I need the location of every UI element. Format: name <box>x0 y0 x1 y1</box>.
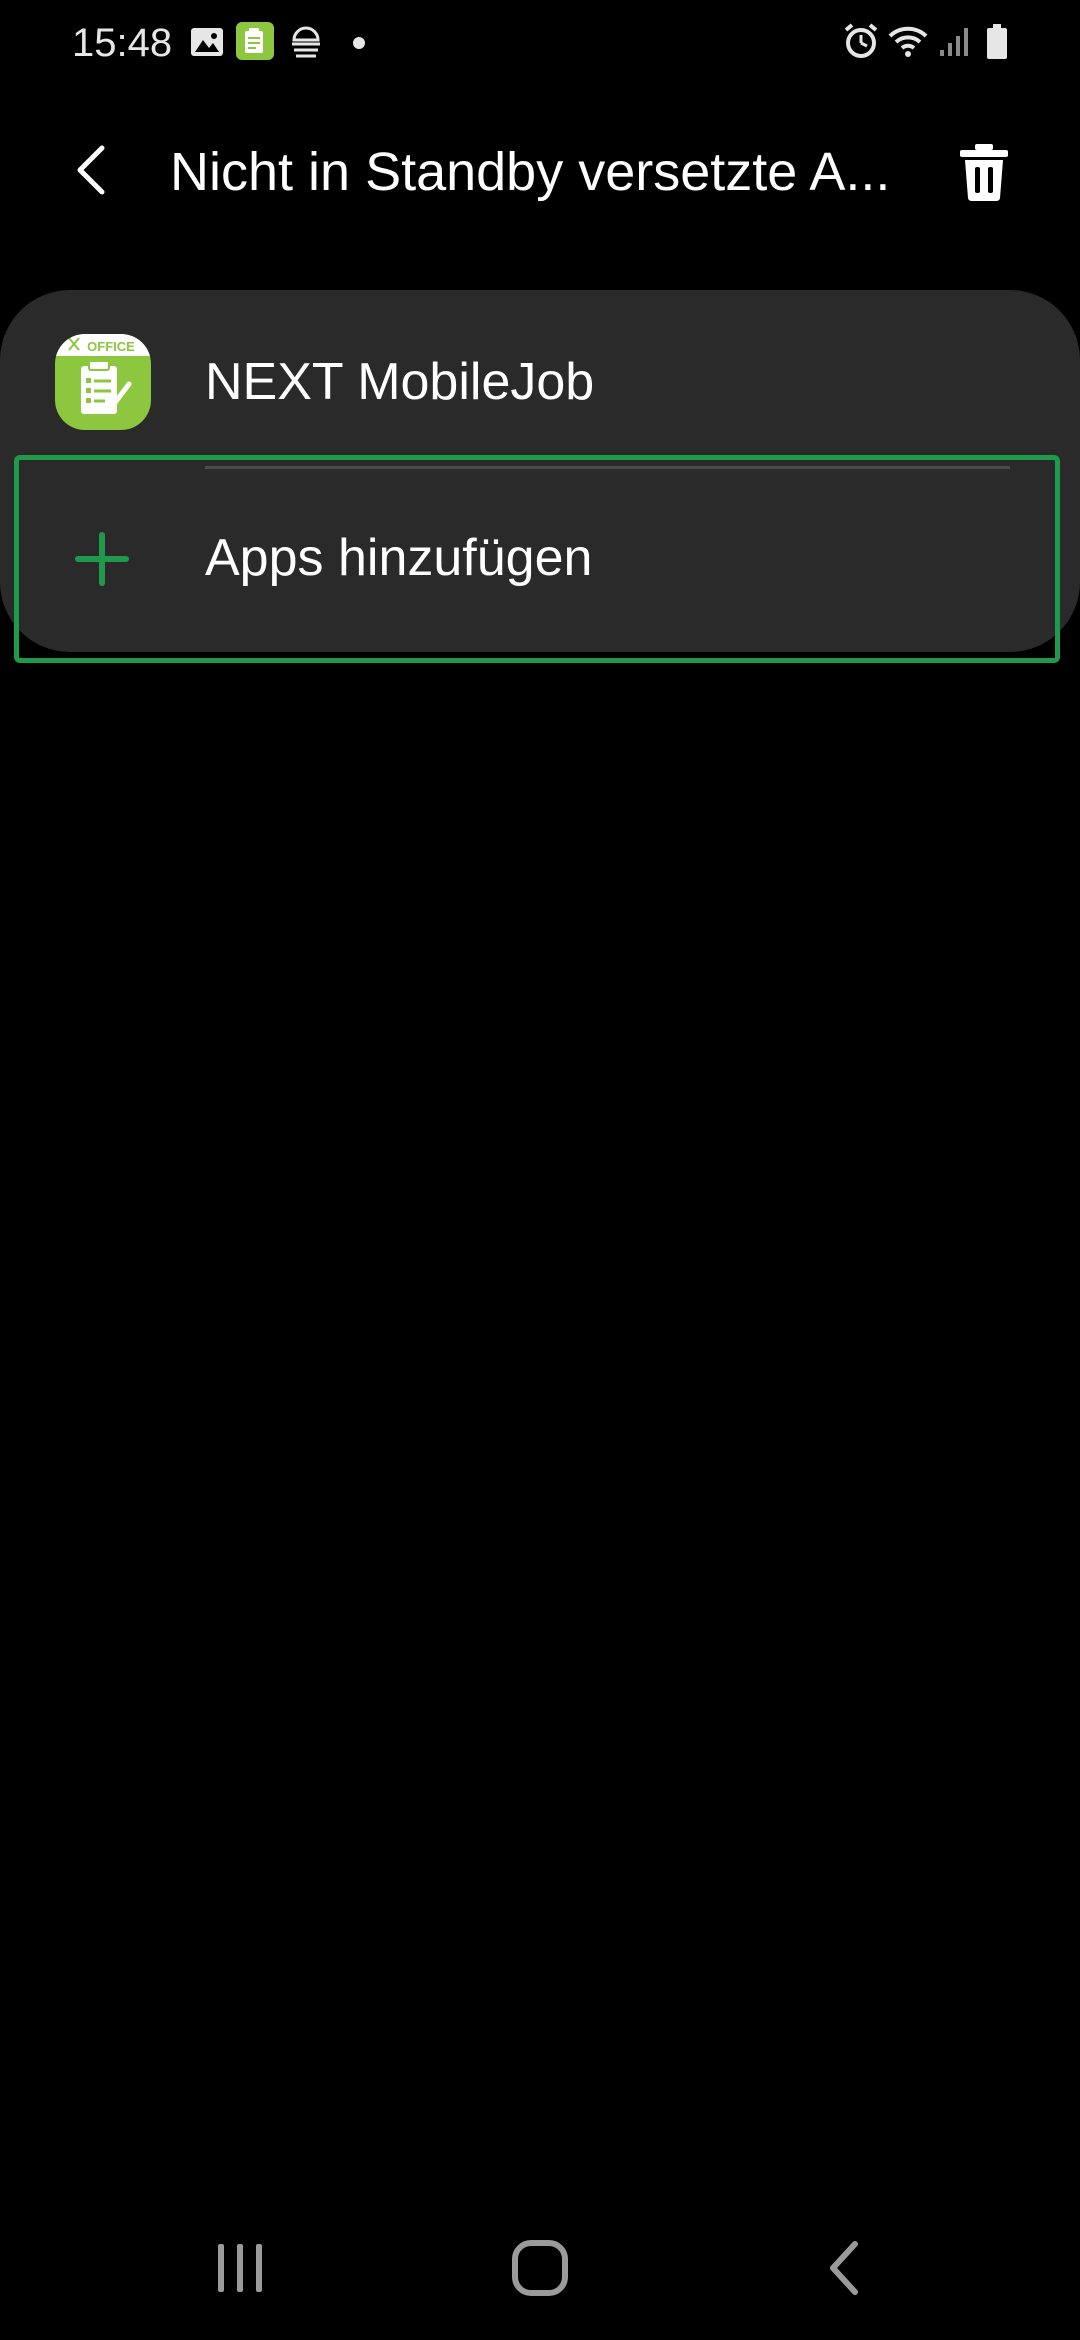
navigation-bar <box>0 2200 1080 2340</box>
add-apps-label: Apps hinzufügen <box>205 529 593 587</box>
dex-icon <box>288 24 324 65</box>
alarm-icon <box>842 22 880 65</box>
back-icon <box>825 2240 865 2301</box>
trash-icon <box>958 142 1010 207</box>
list-item[interactable]: OFFICE NEXT MobileJob <box>0 290 1080 470</box>
back-button[interactable] <box>52 132 132 212</box>
next-mobilejob-notification-icon <box>236 22 274 65</box>
chevron-left-icon <box>72 142 112 203</box>
nav-back-button[interactable] <box>795 2220 895 2320</box>
status-bar: 15:48 <box>0 0 1080 86</box>
app-name: NEXT MobileJob <box>205 353 595 411</box>
dot-icon <box>352 36 366 55</box>
divider <box>205 466 1010 469</box>
app-list-card: OFFICE NEXT MobileJob Apps hinzufügen <box>0 290 1080 652</box>
recent-apps-icon <box>214 2240 266 2301</box>
add-apps-button[interactable]: Apps hinzufügen <box>0 472 1080 652</box>
wifi-icon <box>888 24 928 63</box>
status-time: 15:48 <box>72 21 173 65</box>
page-title: Nicht in Standby versetzte A... <box>170 142 891 202</box>
plus-icon <box>70 527 134 591</box>
gallery-icon <box>190 27 224 62</box>
app-bar: Nicht in Standby versetzte A... <box>0 110 1080 234</box>
next-mobilejob-app-icon: OFFICE <box>55 334 151 430</box>
delete-button[interactable] <box>944 134 1024 214</box>
home-button[interactable] <box>490 2220 590 2320</box>
home-icon <box>510 2238 570 2303</box>
app-icon-text: OFFICE <box>87 339 135 354</box>
signal-icon <box>938 26 970 63</box>
recent-apps-button[interactable] <box>190 2220 290 2320</box>
battery-icon <box>986 24 1008 65</box>
